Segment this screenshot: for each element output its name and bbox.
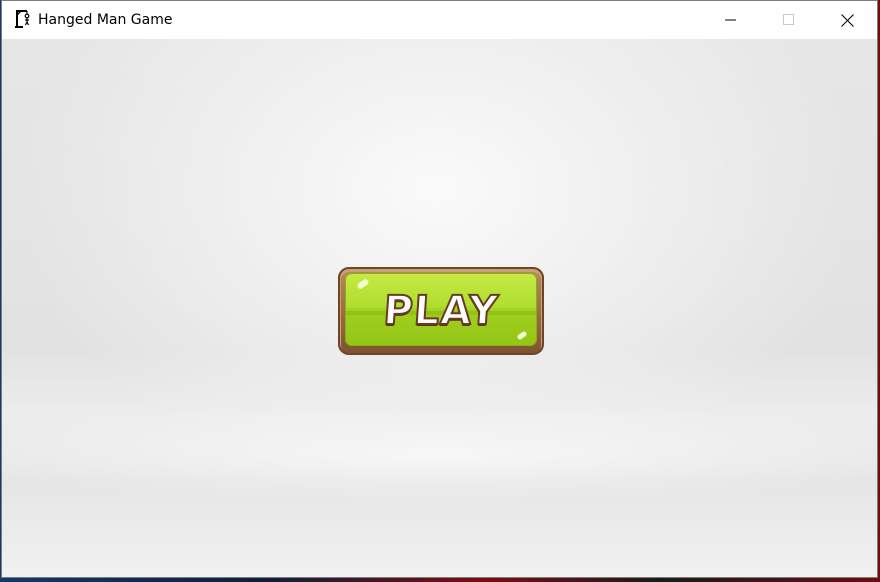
window-title: Hanged Man Game [38,12,173,28]
minimize-button[interactable] [702,1,760,39]
gallows-icon [14,10,32,28]
game-canvas: PLAY [2,39,877,577]
floor-highlight [2,394,877,514]
app-window: Hanged Man Game PLAY [1,0,878,578]
play-button[interactable]: PLAY [338,267,544,355]
minimize-icon [725,19,736,21]
title-bar[interactable]: Hanged Man Game [2,1,877,39]
maximize-button[interactable] [760,1,818,39]
play-button-face: PLAY [345,273,537,346]
close-button[interactable] [818,1,876,39]
maximize-icon [783,14,794,25]
play-label: PLAY [381,287,501,335]
close-icon [840,13,854,27]
